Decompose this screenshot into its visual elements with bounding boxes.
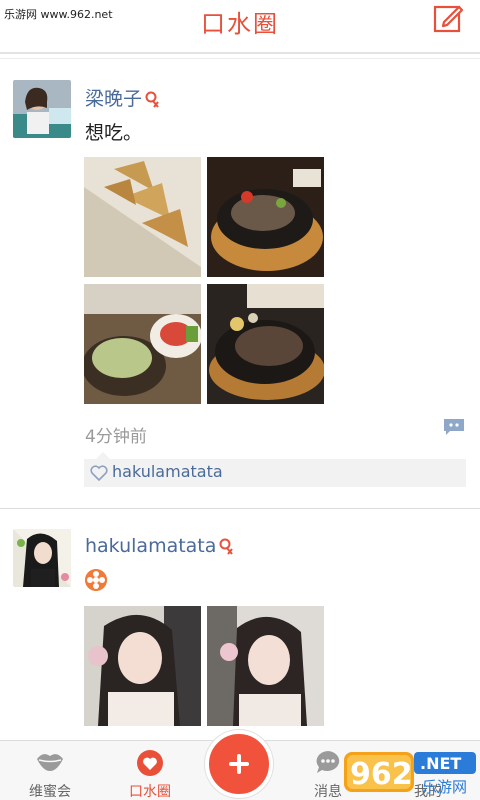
avatar[interactable] <box>13 529 71 587</box>
samosa-photo[interactable] <box>84 157 201 277</box>
avatar[interactable] <box>13 80 71 138</box>
nav-item-koushuiquan[interactable]: 口水圈 <box>102 741 198 800</box>
steak-plate-photo-2[interactable] <box>207 284 324 404</box>
comment-icon[interactable] <box>442 418 466 436</box>
username[interactable]: hakulamatata <box>85 535 234 557</box>
nav-item-weimihui[interactable]: 维蜜会 <box>2 741 98 800</box>
add-post-button[interactable] <box>205 730 273 798</box>
logo-net: .NET <box>420 754 461 773</box>
nav-label: 口水圈 <box>129 784 171 800</box>
chat-icon <box>316 751 340 773</box>
username[interactable]: 梁晚子 <box>85 84 160 111</box>
female-icon <box>145 91 159 108</box>
female-icon <box>219 538 234 555</box>
compose-icon[interactable] <box>432 2 464 34</box>
post-timestamp: 4分钟前 <box>85 427 147 447</box>
app-header: 乐游网 www.962.net 口水圈 <box>0 0 480 54</box>
feed-post: hakulamatata <box>0 509 480 740</box>
salad-photo[interactable] <box>84 284 201 404</box>
flower-badge-icon <box>85 569 107 591</box>
portrait-photo-2[interactable] <box>207 606 324 726</box>
likes-pointer <box>96 452 110 459</box>
nav-label: 维蜜会 <box>29 784 71 800</box>
logo-sub: 乐游网 <box>422 778 467 796</box>
post-text: 想吃。 <box>85 122 143 144</box>
heart-icon <box>137 750 163 776</box>
feed[interactable]: 梁晚子 想吃。 4分钟前 hakulamatata hakulamatata <box>0 62 480 740</box>
page-title: 口水圈 <box>201 10 279 38</box>
logo-number: 962 <box>350 757 413 792</box>
heart-outline-icon <box>90 465 108 481</box>
steak-plate-photo[interactable] <box>207 157 324 277</box>
brand-logo: 962 .NET 乐游网 <box>344 752 476 796</box>
likes-bar: hakulamatata <box>84 459 466 487</box>
feed-post: 梁晚子 想吃。 4分钟前 hakulamatata <box>0 62 480 509</box>
plus-icon <box>237 754 241 774</box>
liker-name[interactable]: hakulamatata <box>112 462 223 481</box>
lips-icon <box>37 754 63 771</box>
portrait-photo[interactable] <box>84 606 201 726</box>
